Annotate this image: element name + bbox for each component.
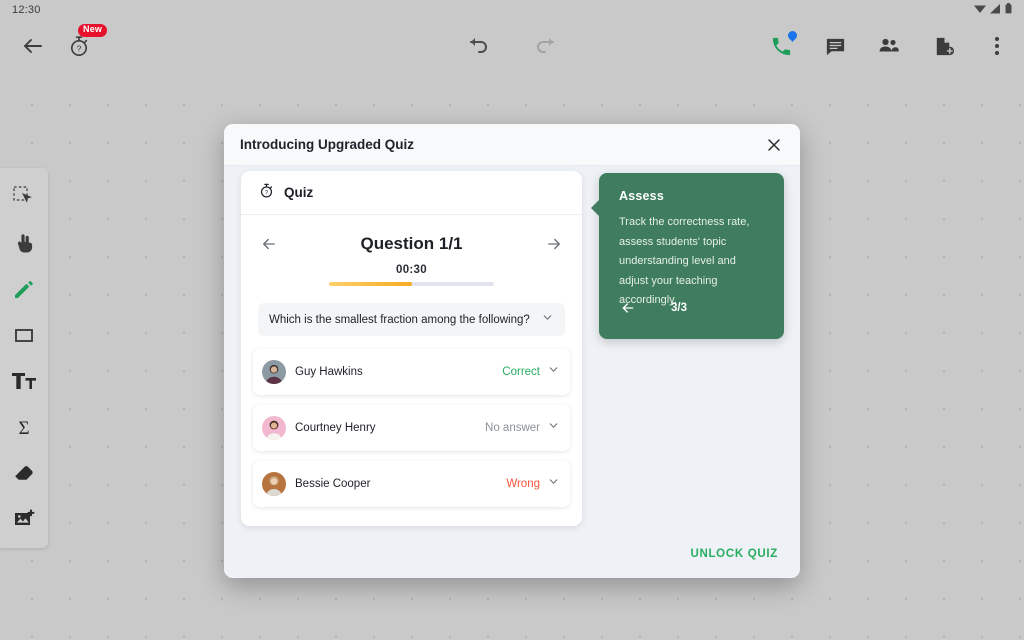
redo-icon[interactable] [532, 33, 558, 59]
tooltip-title: Assess [619, 189, 664, 203]
svg-text:?: ? [77, 43, 82, 53]
modal-header: Introducing Upgraded Quiz [224, 124, 800, 166]
question-selector[interactable]: Which is the smallest fraction among the… [258, 303, 565, 336]
tooltip-step-counter: 3/3 [671, 302, 687, 314]
more-vertical-icon[interactable] [984, 33, 1010, 59]
student-name: Guy Hawkins [295, 366, 363, 378]
top-toolbar: ? New [0, 20, 1024, 72]
student-answer-row[interactable]: Bessie Cooper Wrong [253, 461, 570, 507]
modal-title: Introducing Upgraded Quiz [240, 137, 414, 152]
student-name: Bessie Cooper [295, 478, 371, 490]
status-clock: 12:30 [12, 4, 41, 16]
timer-value: 00:30 [396, 264, 427, 276]
quiz-card-header: ? Quiz [241, 171, 582, 215]
student-answer-row[interactable]: Guy Hawkins Correct [253, 349, 570, 395]
pen-tool[interactable] [0, 266, 48, 312]
student-answer-row[interactable]: Courtney Henry No answer [253, 405, 570, 451]
onboarding-tooltip: Assess Track the correctness rate, asses… [591, 173, 784, 339]
tool-rail: Σ [0, 168, 48, 548]
avatar [262, 472, 286, 496]
status-bar: 12:30 [0, 0, 1024, 20]
add-document-icon[interactable] [930, 33, 956, 59]
eraser-tool[interactable] [0, 450, 48, 496]
phone-call-icon[interactable] [768, 29, 799, 59]
formula-tool[interactable]: Σ [0, 404, 48, 450]
people-icon[interactable] [876, 33, 902, 59]
text-tool[interactable] [0, 358, 48, 404]
svg-text:?: ? [265, 190, 269, 196]
chevron-down-icon[interactable] [547, 475, 560, 493]
student-status: Wrong [506, 478, 540, 490]
toolbar-right-group [768, 29, 1010, 59]
chevron-down-icon [541, 311, 554, 329]
question-nav: Question 1/1 [241, 215, 582, 255]
quiz-timer: 00:30 [241, 255, 582, 286]
question-counter: Question 1/1 [360, 234, 463, 253]
student-status: No answer [485, 422, 540, 434]
toolbar-left-group: ? New [0, 24, 108, 59]
stopwatch-question-icon: ? [258, 182, 275, 204]
new-badge: New [78, 24, 108, 37]
close-icon[interactable] [764, 135, 784, 155]
avatar [262, 416, 286, 440]
tooltip-body: Track the correctness rate, assess stude… [619, 216, 750, 307]
next-question-icon[interactable] [543, 233, 565, 255]
quiz-stopwatch-icon[interactable]: ? New [66, 24, 108, 59]
chevron-down-icon[interactable] [547, 363, 560, 381]
shape-tool[interactable] [0, 312, 48, 358]
hand-tool[interactable] [0, 220, 48, 266]
student-status: Correct [502, 366, 540, 378]
chevron-down-icon[interactable] [547, 419, 560, 437]
battery-icon [1005, 1, 1012, 19]
timer-progress-track [329, 282, 494, 286]
wifi-icon [974, 1, 986, 19]
status-icon-group [974, 1, 1012, 19]
image-tool[interactable] [0, 496, 48, 542]
student-answer-list: Guy Hawkins Correct Courtney Henry No answe… [253, 349, 570, 507]
chat-icon[interactable] [822, 33, 848, 59]
question-text: Which is the smallest fraction among the… [269, 313, 530, 326]
avatar [262, 360, 286, 384]
signal-icon [990, 1, 1001, 19]
quiz-card-title: Quiz [284, 185, 314, 200]
app-root: 12:30 ? New Σ Introducing Upgraded Quiz … [0, 0, 1024, 640]
tooltip-footer: 3/3 [619, 299, 764, 317]
tooltip-back-icon[interactable] [619, 299, 637, 317]
prev-question-icon[interactable] [258, 233, 280, 255]
modal-footer: UNLOCK QUIZ [224, 530, 800, 578]
svg-text:Σ: Σ [18, 418, 29, 439]
unlock-quiz-button[interactable]: UNLOCK QUIZ [690, 548, 778, 560]
student-name: Courtney Henry [295, 422, 376, 434]
back-arrow-icon[interactable] [20, 33, 46, 59]
undo-icon[interactable] [466, 33, 492, 59]
select-tool[interactable] [0, 174, 48, 220]
timer-progress-fill [329, 282, 412, 286]
quiz-preview-card: ? Quiz Question 1/1 00:30 Which is the s… [241, 171, 582, 526]
